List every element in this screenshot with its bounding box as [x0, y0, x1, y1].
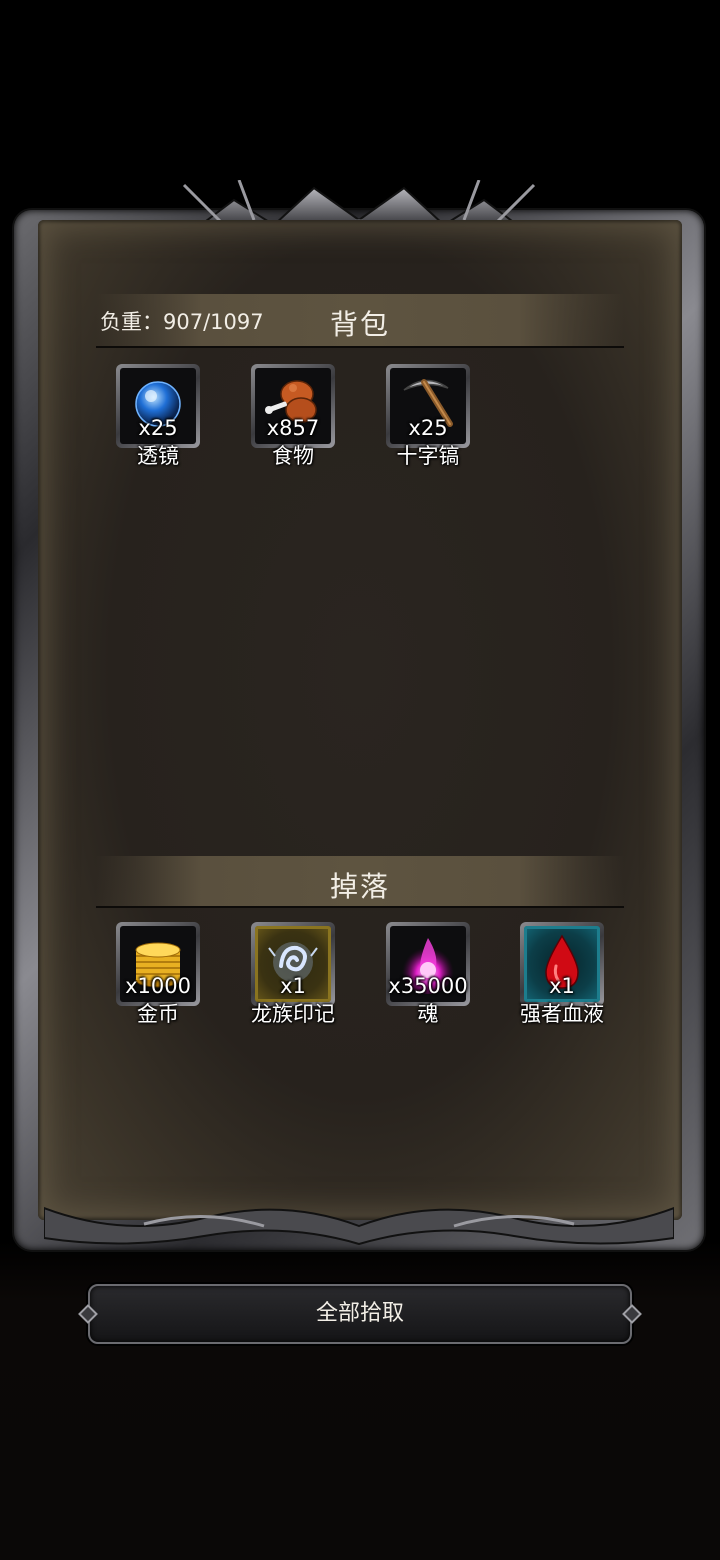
pickup-all-label: 全部拾取 [315, 1301, 404, 1326]
item-name: 强者血液 [520, 1002, 604, 1026]
drops-header: 掉落 [96, 856, 624, 908]
game-screen: 背包 负重：907/1097 x25 透镜 x857 食物 x25 十字镐 掉落… [0, 0, 720, 1560]
drop-item-soul[interactable]: x35000 魂 [368, 922, 488, 1032]
button-right-ornament [622, 1304, 642, 1324]
item-count: x1000 [125, 974, 191, 998]
backpack-item-lens[interactable]: x25 透镜 [98, 364, 218, 474]
drop-item-blood[interactable]: x1 强者血液 [502, 922, 622, 1032]
backpack-item-pickaxe[interactable]: x25 十字镐 [368, 364, 488, 474]
item-count: x35000 [388, 974, 468, 998]
item-count: x1 [280, 974, 306, 998]
backpack-divider [96, 346, 624, 348]
item-name: 十字镐 [396, 444, 460, 468]
drop-item-dragon-mark[interactable]: x1 龙族印记 [233, 922, 353, 1032]
backpack-item-food[interactable]: x857 食物 [233, 364, 353, 474]
item-count: x1 [549, 974, 575, 998]
frame-bottom-ornament [44, 1206, 674, 1246]
drops-title: 掉落 [329, 870, 390, 903]
item-count: x25 [408, 416, 448, 440]
pickup-all-button[interactable]: 全部拾取 [78, 1284, 642, 1344]
drops-divider [96, 906, 624, 908]
button-left-ornament [78, 1304, 98, 1324]
item-count: x25 [138, 416, 178, 440]
weight-label: 负重：907/1097 [100, 310, 264, 334]
drop-item-gold[interactable]: x1000 金币 [98, 922, 218, 1032]
item-count: x857 [266, 416, 320, 440]
